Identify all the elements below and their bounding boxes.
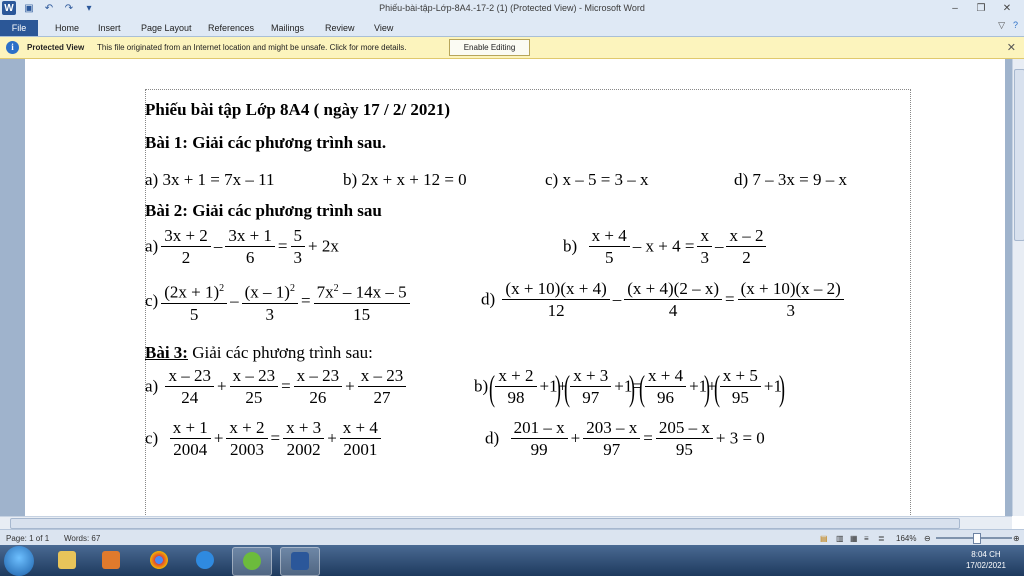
tab-mailings[interactable]: Mailings — [271, 20, 304, 36]
system-clock[interactable]: 8:04 CH 17/02/2021 — [966, 549, 1006, 571]
bai1-eq-a: a) 3x + 1 = 7x – 11 — [145, 170, 275, 189]
page-count[interactable]: Page: 1 of 1 — [6, 534, 49, 543]
bai1-eq-b: b) 2x + x + 12 = 0 — [343, 170, 467, 189]
tab-page-layout[interactable]: Page Layout — [141, 20, 192, 36]
full-screen-reading-icon[interactable]: ▥ — [836, 534, 844, 543]
minimize-button[interactable]: – — [942, 1, 968, 16]
taskbar-app-green[interactable] — [232, 547, 272, 576]
bai2-eq-b: b) x + 4 5– x + 4 = x 3– x – 22 — [563, 226, 769, 269]
bai1-eq-d: d) 7 – 3x = 9 – x — [734, 170, 847, 189]
tab-view[interactable]: View — [374, 20, 393, 36]
bai2-eq-d: d) (x + 10)(x + 4) 12– (x + 4)(2 – x) 4 = (x … — [481, 279, 847, 322]
clock-time: 8:04 CH — [971, 550, 1001, 559]
title-bar: W ▣ ↶ ↷ ▾ Phiếu-bài-tập-Lớp-8A4.-17-2 (1… — [0, 0, 1024, 18]
clock-date: 17/02/2021 — [965, 561, 1006, 570]
window-title: Phiếu-bài-tập-Lớp-8A4.-17-2 (1) (Protect… — [379, 3, 645, 13]
start-button[interactable] — [4, 546, 34, 576]
zoom-level[interactable]: 164% — [896, 534, 916, 543]
expand-ribbon-icon[interactable]: ▽ — [998, 20, 1005, 31]
tab-file[interactable]: File — [0, 20, 38, 36]
bai3-heading: Bài 3: Giải các phương trình sau: — [145, 343, 373, 363]
draft-icon[interactable]: ≣ — [878, 534, 885, 543]
taskbar: 8:04 CH 17/02/2021 — [0, 545, 1024, 576]
taskbar-internet-explorer[interactable] — [186, 547, 224, 574]
status-bar: Page: 1 of 1 Words: 67 ▤ ▥ ▦ ≡ ≣ 164% ⊖ … — [0, 529, 1024, 546]
protected-view-title: Protected View — [27, 43, 85, 52]
bai2-eq-a: a) 3x + 2 2–3x + 1 6 = 5 3 + 2x — [145, 226, 339, 267]
outline-icon[interactable]: ≡ — [864, 534, 869, 543]
bai3-eq-b: b) (x + 2 98 +1)+(x + 3 97 +1)=(x + 4 96 +1)+(… — [474, 366, 785, 408]
taskbar-media-player[interactable] — [92, 547, 130, 574]
bai1-eq-c: c) x – 5 = 3 – x — [545, 170, 649, 189]
chrome-icon — [150, 551, 168, 569]
vertical-scroll-thumb[interactable] — [1014, 69, 1024, 241]
info-icon: i — [6, 41, 19, 54]
enable-editing-button[interactable]: Enable Editing — [449, 39, 530, 56]
taskbar-explorer[interactable] — [48, 547, 86, 574]
word-icon — [291, 552, 309, 570]
bai3-eq-c: c) x + 1 2004 + x + 2 2003 = x + 3 2002 + x + 4 20… — [145, 418, 384, 461]
vertical-scrollbar[interactable] — [1012, 59, 1024, 516]
tab-insert[interactable]: Insert — [98, 20, 121, 36]
horizontal-scroll-thumb[interactable] — [10, 518, 960, 529]
close-button[interactable]: ✕ — [994, 1, 1020, 16]
restore-button[interactable]: ❐ — [968, 1, 994, 16]
folder-icon — [58, 551, 76, 569]
web-layout-icon[interactable]: ▦ — [850, 534, 858, 543]
zoom-out-icon[interactable]: ⊖ — [924, 534, 931, 543]
help-icon[interactable]: ? — [1013, 20, 1018, 31]
bai3-eq-d: d) 201 – x 99 +203 – x 97 = 205 – x 95 + 3 = 0 — [485, 418, 765, 459]
close-icon[interactable]: ✕ — [1007, 41, 1016, 54]
bai1-heading: Bài 1: Giải các phương trình sau. — [145, 133, 387, 152]
protected-view-bar: i Protected View This file originated fr… — [0, 37, 1024, 59]
bai2-eq-c: c) (2x + 1)2 5– (x – 1)2 3 = 7x2 – 14x – 5 15 — [145, 279, 413, 326]
horizontal-scrollbar[interactable] — [0, 516, 1012, 529]
tab-home[interactable]: Home — [55, 20, 79, 36]
zoom-in-icon[interactable]: ⊕ — [1013, 534, 1020, 543]
zoom-slider-knob[interactable] — [973, 533, 981, 544]
taskbar-chrome[interactable] — [140, 547, 178, 574]
bai3-text: Giải các phương trình sau: — [187, 343, 373, 362]
ribbon-tabs: File Home Insert Page Layout References … — [0, 18, 1024, 37]
protected-view-message[interactable]: This file originated from an Internet lo… — [97, 43, 407, 52]
tab-references[interactable]: References — [208, 20, 254, 36]
bai3-label: Bài 3: — [145, 343, 188, 362]
worksheet-heading: Phiếu bài tập Lớp 8A4 ( ngày 17 / 2/ 202… — [145, 100, 451, 119]
print-layout-icon[interactable]: ▤ — [820, 534, 828, 543]
internet-explorer-icon — [196, 551, 214, 569]
media-player-icon — [102, 551, 120, 569]
bai2-heading: Bài 2: Giải các phương trình sau — [145, 201, 382, 220]
tab-review[interactable]: Review — [325, 20, 355, 36]
bai3-eq-a: a) x – 23 24 + x – 23 25 = x – 23 26 + x – 23 27 — [145, 366, 409, 409]
word-count[interactable]: Words: 67 — [64, 534, 100, 543]
taskbar-word[interactable] — [280, 547, 320, 576]
green-app-icon — [243, 552, 261, 570]
